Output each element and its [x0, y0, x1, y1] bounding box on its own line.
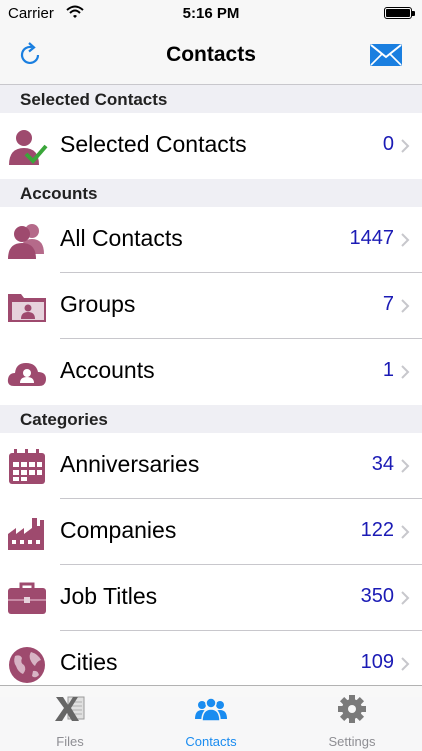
navigation-bar: Contacts [0, 28, 422, 85]
people-icon [195, 697, 227, 722]
tab-bar: Files Contacts Settings [0, 685, 422, 751]
row-all-contacts[interactable]: All Contacts 1447 [0, 207, 422, 273]
row-label: Selected Contacts [60, 131, 247, 157]
tab-label: Contacts [185, 734, 237, 749]
row-count: 109 [360, 651, 394, 673]
chevron-right-icon [401, 657, 410, 671]
mail-icon[interactable] [370, 44, 402, 66]
chevron-right-icon [401, 233, 410, 247]
section-header-categories: Categories [0, 405, 422, 433]
row-count: 34 [371, 453, 394, 475]
battery-icon [384, 7, 415, 19]
chevron-right-icon [401, 299, 410, 313]
chevron-right-icon [401, 459, 410, 473]
excel-x-icon [55, 696, 85, 721]
row-label: Cities [60, 649, 118, 675]
globe-icon [9, 647, 45, 683]
row-count: 1447 [349, 227, 395, 249]
row-anniversaries[interactable]: Anniversaries 34 [0, 433, 422, 499]
chevron-right-icon [401, 591, 410, 605]
clock: 5:16 PM [182, 5, 240, 22]
contacts-list: Selected Contacts Selected Contacts 0 Ac… [0, 85, 422, 697]
calendar-icon [9, 449, 45, 484]
row-job-titles[interactable]: Job Titles 350 [0, 565, 422, 631]
row-label: All Contacts [60, 225, 183, 251]
tab-contacts[interactable]: Contacts [141, 686, 281, 751]
row-count: 7 [382, 293, 394, 315]
tab-settings[interactable]: Settings [282, 686, 422, 751]
row-selected-contacts[interactable]: Selected Contacts 0 [0, 113, 422, 179]
row-groups[interactable]: Groups 7 [0, 273, 422, 339]
row-count: 122 [360, 519, 394, 541]
chevron-right-icon [401, 365, 410, 379]
tab-files[interactable]: Files [0, 686, 140, 751]
selected-contact-icon [9, 130, 48, 165]
section-header-selected: Selected Contacts [0, 85, 422, 113]
gear-icon [338, 695, 366, 723]
row-label: Job Titles [60, 583, 158, 609]
row-companies[interactable]: Companies 122 [0, 499, 422, 565]
people-icon [8, 224, 44, 259]
status-bar: Carrier 5:16 PM [0, 0, 422, 28]
chevron-right-icon [401, 139, 410, 153]
tab-label: Files [56, 734, 84, 749]
row-label: Groups [60, 291, 136, 317]
row-label: Accounts [60, 357, 155, 383]
row-label: Companies [60, 517, 177, 543]
page-title: Contacts [166, 43, 256, 66]
factory-icon [8, 518, 44, 550]
section-header-accounts: Accounts [0, 179, 422, 207]
tab-label: Settings [328, 734, 376, 749]
briefcase-icon [8, 582, 46, 614]
row-label: Anniversaries [60, 451, 200, 477]
row-accounts[interactable]: Accounts 1 [0, 339, 422, 405]
row-count: 0 [382, 133, 394, 155]
cloud-account-icon [7, 363, 46, 386]
chevron-right-icon [401, 525, 410, 539]
row-count: 350 [360, 585, 394, 607]
row-count: 1 [382, 359, 394, 381]
folder-icon [8, 294, 46, 322]
